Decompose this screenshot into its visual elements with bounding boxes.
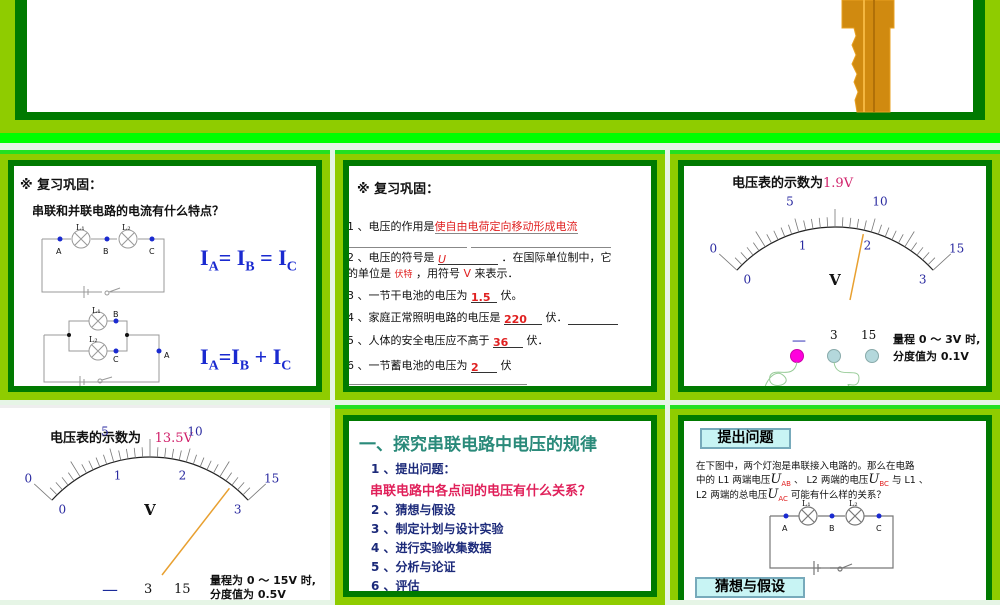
question-4: 4 、家庭正常照明电路的电压是 220 伏． <box>349 309 618 326</box>
slide-3-thumbnail[interactable]: ※ 复习巩固： 1 、电压的作用是使自由电荷定向移动形成电流 2 、电压的符号是… <box>335 150 665 400</box>
question-3: 3 、一节干电池的电压为 1.5 伏。 <box>349 289 523 304</box>
label-b: B <box>829 524 835 533</box>
outer-tick-label: 10 <box>187 424 202 438</box>
dial-tick <box>88 460 94 470</box>
question-2-cont: 的单位是 伏特 ，用符号 V 来表示． <box>349 267 519 280</box>
series-circuit-diagram <box>769 506 894 575</box>
selection-band <box>0 133 1000 143</box>
label-l1: L₁ <box>802 499 811 508</box>
slide-content <box>27 0 973 112</box>
label-l1: L₁ <box>76 223 85 232</box>
dial-tick <box>237 482 245 491</box>
step-1: 1 、提出问题： <box>371 462 456 476</box>
question-6: 6 、一节蓄电池的电压为 2 伏 <box>349 359 512 374</box>
series-current-formula: IA= IB = IC <box>200 245 297 275</box>
dial-tick <box>206 460 212 470</box>
dial-tick <box>109 448 115 463</box>
dial-tick <box>61 477 69 486</box>
dial-tick <box>103 454 108 465</box>
step-6: 6 、评估 <box>371 579 420 591</box>
slide-1-thumbnail[interactable] <box>0 0 1000 143</box>
dial-tick <box>118 450 122 461</box>
dial-tick <box>156 447 159 458</box>
dial-tick <box>171 448 174 459</box>
inner-tick-label: 1 <box>114 469 122 483</box>
slide-2-thumbnail[interactable]: ※ 复习巩固： 串联和并联电路的电流有什么特点？ L₁ L₂ A B C L₁ … <box>0 150 330 400</box>
dial-tick <box>164 447 167 458</box>
dial-tick <box>231 477 239 486</box>
dial-tick <box>81 464 87 474</box>
terminal-label-neg: — <box>102 580 118 599</box>
label-l2: L₂ <box>849 499 858 508</box>
dial-tick <box>95 457 101 467</box>
dial-arc <box>51 456 249 501</box>
step-5: 5 、分析与论证 <box>371 560 456 574</box>
step-4: 4 、进行实验收集数据 <box>371 541 492 555</box>
dial-tick <box>67 472 75 482</box>
voltmeter-needle <box>161 487 231 576</box>
dial-tick <box>199 457 205 467</box>
label-c: C <box>149 247 155 256</box>
dial-tick <box>219 461 230 478</box>
label-a: A <box>56 247 62 256</box>
slide-4-thumbnail[interactable]: 电压表的示数为1.9V 0 5 10 15 0 1 2 3 V — 3 15 量程 0 ～ 3V… <box>670 150 1000 400</box>
outer-tick-label: 0 <box>25 472 33 486</box>
slide-6-thumbnail[interactable]: 一、探究串联电路中电压的规律 1 、提出问题： 串联电路中各点间的电压有什么关系… <box>335 405 665 605</box>
parallel-current-formula: IA=IB + IC <box>200 344 292 374</box>
dial-tick <box>33 483 53 501</box>
dial-tick <box>242 487 251 496</box>
dial-tick <box>185 448 191 463</box>
dial-tick <box>49 487 58 496</box>
question-5: 5 、人体的安全电压应不高于 36 伏． <box>349 334 549 349</box>
slide-heading: ※ 复习巩固： <box>357 182 440 197</box>
label-l2: L₂ <box>122 223 131 232</box>
slide-5-thumbnail[interactable]: 电压表的示数为 13.5V 0 5 10 15 0 1 2 3 V — 3 15 量程为 0 ～… <box>0 405 330 600</box>
range-note-1: 量程 0 ～ 3V 时, <box>893 333 981 346</box>
dial-unit: V <box>143 501 156 519</box>
range-note-2: 分度值为 0.5V <box>210 588 286 600</box>
label-c: C <box>113 355 119 364</box>
dial-tick <box>70 461 81 478</box>
dial-tick <box>213 464 219 474</box>
inner-tick-label: 3 <box>234 503 242 517</box>
label-b: B <box>103 247 109 256</box>
dial-tick <box>55 482 63 491</box>
question-1: 1 、电压的作用是使自由电荷定向移动形成电流 <box>349 220 578 234</box>
step-2: 2 、猜想与假设 <box>371 503 456 517</box>
label-b: B <box>113 310 119 319</box>
dial-tick <box>133 447 136 458</box>
range-note-2: 分度值为 0.1V <box>893 350 969 363</box>
key-icon <box>841 0 895 113</box>
answer-line <box>349 384 527 385</box>
answer-line <box>349 247 467 248</box>
outer-tick-label: 5 <box>101 424 109 438</box>
dial-tick <box>225 472 233 482</box>
inner-tick-label: 2 <box>179 469 187 483</box>
key-question: 串联电路中各点间的电压有什么关系？ <box>370 484 592 499</box>
slide-7-thumbnail[interactable]: 提出问题 在下图中，两个灯泡是串联接入电路的。那么在电路 中的 L1 两端电压U… <box>670 405 1000 600</box>
outer-tick-label: 15 <box>264 472 279 486</box>
dial-tick <box>192 454 197 465</box>
slide-title: 一、探究串联电路中电压的规律 <box>359 435 597 455</box>
answer-line <box>471 247 611 248</box>
dial-tick <box>141 447 144 458</box>
label-a: A <box>164 351 170 360</box>
question-2: 2 、电压的符号是 U ．在国际单位制中，它 <box>349 251 612 266</box>
section-label-hypothesis: 猜想与假设 <box>695 577 805 598</box>
terminal-label-15: 15 <box>174 582 191 597</box>
dial-tick <box>178 450 182 461</box>
inner-tick-label: 0 <box>58 503 66 517</box>
dial-tick <box>126 448 129 459</box>
label-l1: L₁ <box>92 306 101 315</box>
step-3: 3 、制定计划与设计实验 <box>371 522 504 536</box>
terminal-label-3: 3 <box>144 582 153 597</box>
label-l2: L₂ <box>89 335 98 344</box>
label-a: A <box>782 524 788 533</box>
label-c: C <box>876 524 882 533</box>
dial-tick <box>247 483 267 501</box>
